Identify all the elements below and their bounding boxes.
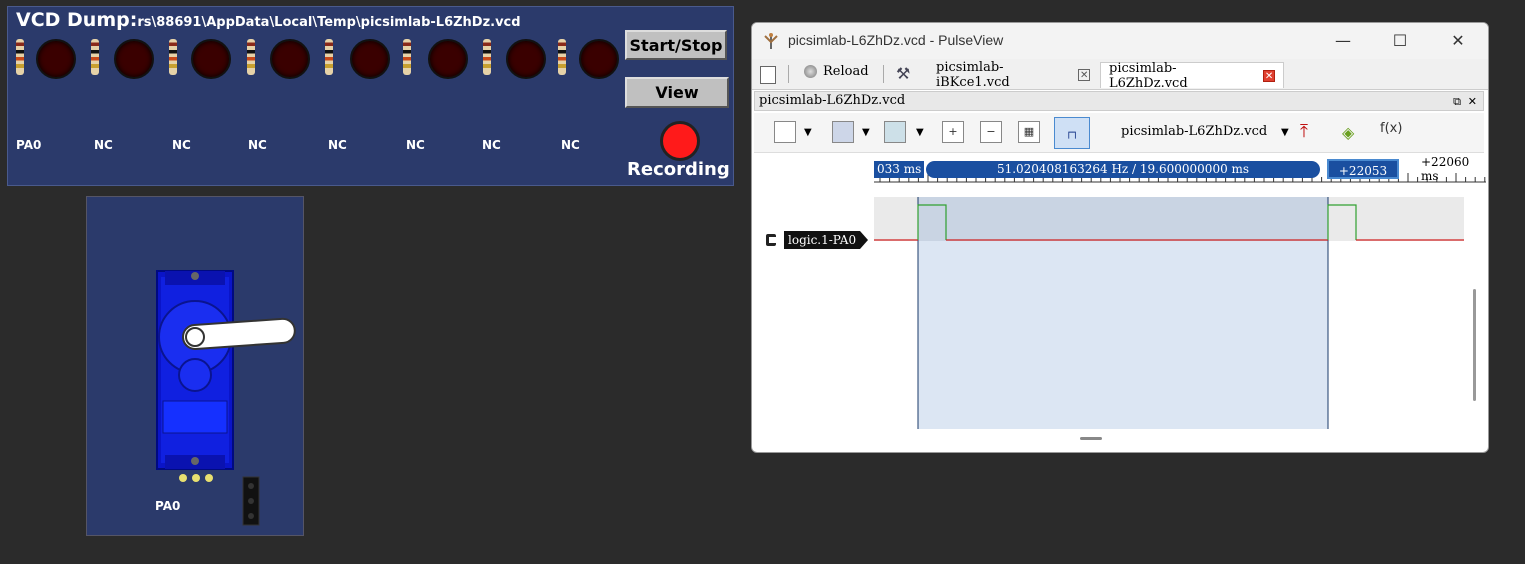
vcd-file-path: rs\88691\AppData\Local\Temp\picsimlab-L6… xyxy=(137,15,521,30)
logic-channel-icon xyxy=(766,234,776,246)
led-indicator xyxy=(191,39,231,79)
vcd-title-label: VCD Dump: xyxy=(16,9,138,31)
ruler-right-label: +22060 ms xyxy=(1421,155,1470,183)
tab-picsimlab-l6zhdz[interactable]: picsimlab-L6ZhDz.vcd ✕ xyxy=(1100,60,1284,91)
trace-view[interactable] xyxy=(874,197,1464,429)
reload-icon xyxy=(804,65,817,78)
resistor-icon xyxy=(91,39,99,75)
led-indicator xyxy=(270,39,310,79)
decoder-icon[interactable]: ◈ xyxy=(1342,123,1354,142)
pin-label: NC xyxy=(94,138,113,152)
start-stop-button[interactable]: Start/Stop xyxy=(625,30,727,60)
resistor-icon xyxy=(325,39,333,75)
waveform xyxy=(874,197,1464,429)
reload-label: Reload xyxy=(823,64,869,79)
new-view-icon[interactable] xyxy=(774,121,796,143)
resistor-icon xyxy=(483,39,491,75)
math-icon[interactable]: f(x) xyxy=(1380,121,1402,136)
resistor-icon xyxy=(169,39,177,75)
pin-label: NC xyxy=(561,138,580,152)
device-select-value: picsimlab-L6ZhDz.vcd xyxy=(1121,124,1268,139)
resize-handle[interactable] xyxy=(1080,437,1102,440)
reload-button[interactable]: Reload xyxy=(804,64,869,79)
led-indicator xyxy=(114,39,154,79)
pin-label: NC xyxy=(328,138,347,152)
channel-label: logic.1-PA0 xyxy=(784,231,861,249)
separator xyxy=(883,65,884,83)
resistor-icon xyxy=(558,39,566,75)
float-icon[interactable]: ⧉ xyxy=(1453,93,1461,111)
session-title: picsimlab-L6ZhDz.vcd xyxy=(759,93,906,108)
pin-label: PA0 xyxy=(16,138,42,152)
zoom-out-icon[interactable]: − xyxy=(980,121,1002,143)
tab-close-icon[interactable]: ✕ xyxy=(1078,69,1090,81)
led-indicator xyxy=(579,39,619,79)
recording-label: Recording xyxy=(627,159,730,180)
resistor-icon xyxy=(247,39,255,75)
toolbar: ▼ ▼ ▼ + − ▦ ┌┐ picsimlab-L6ZhDz.vcd ▼ ⤒ … xyxy=(754,113,1484,153)
channel-row[interactable]: logic.1-PA0 xyxy=(766,231,870,249)
resistor-icon xyxy=(16,39,24,75)
view-button[interactable]: View xyxy=(625,77,729,108)
chevron-down-icon[interactable]: ▼ xyxy=(862,127,870,138)
chevron-down-icon[interactable]: ▼ xyxy=(916,127,924,138)
close-dock-icon[interactable]: ✕ xyxy=(1468,93,1477,111)
led-indicator xyxy=(506,39,546,79)
tab-label: picsimlab-iBKce1.vcd xyxy=(936,60,1010,90)
zoom-fit-icon[interactable]: ▦ xyxy=(1018,121,1040,143)
tab-close-icon[interactable]: ✕ xyxy=(1263,69,1275,82)
led-indicator xyxy=(350,39,390,79)
device-select[interactable]: picsimlab-L6ZhDz.vcd ▼ xyxy=(1099,123,1289,143)
pin-label: NC xyxy=(406,138,425,152)
resistor-icon xyxy=(403,39,411,75)
channel-label-arrow xyxy=(860,231,869,249)
minimize-button[interactable]: — xyxy=(1328,29,1358,53)
cursor-toggle-icon[interactable]: ┌┐ xyxy=(1054,117,1090,149)
pin-label: NC xyxy=(482,138,501,152)
new-session-icon[interactable] xyxy=(760,66,776,84)
vcd-title: VCD Dump:rs\88691\AppData\Local\Temp\pic… xyxy=(16,9,521,31)
zoom-in-icon[interactable]: + xyxy=(942,121,964,143)
save-icon[interactable] xyxy=(884,121,906,143)
led-indicator xyxy=(36,39,76,79)
vcd-dump-panel: VCD Dump:rs\88691\AppData\Local\Temp\pic… xyxy=(7,6,734,186)
open-icon[interactable] xyxy=(832,121,854,143)
pulseview-app-icon xyxy=(764,33,778,49)
pin-label: NC xyxy=(248,138,267,152)
servo-pin-label: PA0 xyxy=(155,499,181,513)
pulseview-window: picsimlab-L6ZhDz.vcd - PulseView — ☐ ✕ R… xyxy=(751,22,1489,453)
probe-icon[interactable]: ⤒ xyxy=(1300,121,1308,142)
tab-picsimlab-ibkce1[interactable]: picsimlab-iBKce1.vcd ✕ xyxy=(928,60,1098,90)
servo-panel: PA0 xyxy=(86,196,304,536)
time-ruler[interactable]: 033 ms +22060 ms 51.020408163264 Hz / 19… xyxy=(874,155,1486,198)
servo-graphic xyxy=(156,270,296,526)
tools-icon[interactable]: ⚒ xyxy=(896,64,910,83)
pin-label: NC xyxy=(172,138,191,152)
chevron-down-icon: ▼ xyxy=(1281,127,1289,138)
tab-bar: Reload ⚒ picsimlab-iBKce1.vcd ✕ picsimla… xyxy=(752,59,1488,91)
title-bar: picsimlab-L6ZhDz.vcd - PulseView — ☐ ✕ xyxy=(752,23,1488,59)
cursor-time-label[interactable]: +22053 ms xyxy=(1327,159,1399,198)
scrollbar-vertical[interactable] xyxy=(1473,289,1476,401)
separator xyxy=(788,65,789,83)
window-title: picsimlab-L6ZhDz.vcd - PulseView xyxy=(788,32,1004,48)
chevron-down-icon[interactable]: ▼ xyxy=(804,127,812,138)
recording-indicator[interactable] xyxy=(660,121,700,161)
ruler-left-label: 033 ms xyxy=(874,161,925,178)
maximize-button[interactable]: ☐ xyxy=(1385,29,1415,53)
close-button[interactable]: ✕ xyxy=(1443,29,1473,53)
led-indicator xyxy=(428,39,468,79)
measurement-bar[interactable]: 51.020408163264 Hz / 19.600000000 ms xyxy=(926,161,1320,178)
session-title-bar: picsimlab-L6ZhDz.vcd ⧉ ✕ xyxy=(754,91,1484,111)
tab-label: picsimlab-L6ZhDz.vcd xyxy=(1109,60,1188,91)
